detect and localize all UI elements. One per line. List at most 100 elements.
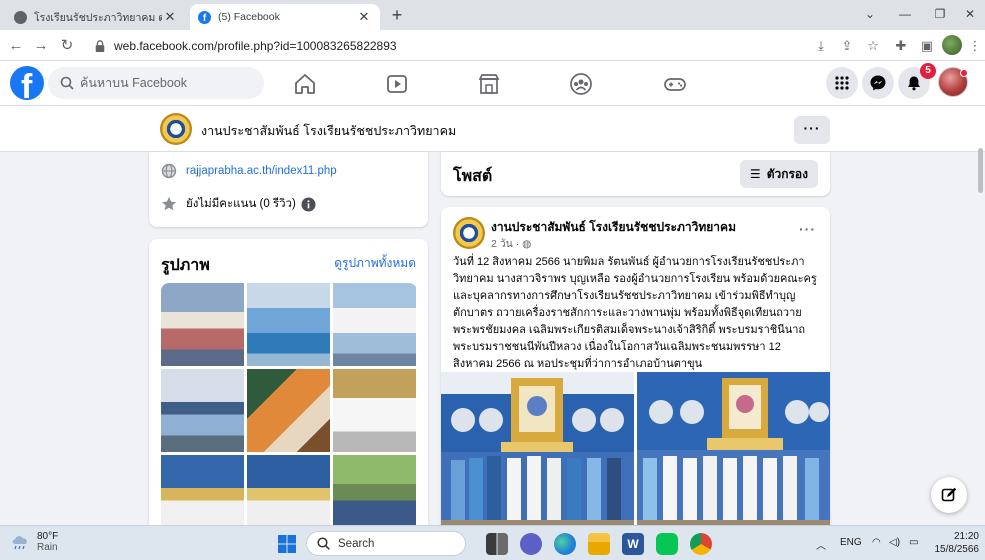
chrome-browser-icon[interactable] [690,533,712,555]
search-icon [60,76,74,90]
post-text: วันที่ 12 สิงหาคม 2566 นายพิมล รัตนพันธ์… [453,256,817,370]
battery-icon[interactable]: ▭ [909,537,918,548]
search-icon [317,537,330,550]
rating-text: ยังไม่มีคะแนน (0 รีวิว) [186,198,296,210]
globe-icon [161,163,177,179]
tab-title: (5) Facebook [218,11,280,23]
input-language[interactable]: ENG [840,537,862,548]
star-icon [162,197,176,211]
page-more-button[interactable]: ··· [794,116,830,144]
website-link[interactable]: rajjaprabha.ac.th/index11.php [186,165,337,177]
globe-icon: · ◍ [515,238,532,250]
taskbar-search-box[interactable]: Search [306,531,466,556]
file-explorer-icon[interactable] [588,533,610,555]
reload-button[interactable]: ↻ [56,35,78,57]
browser-menu-icon[interactable]: ⋮ [966,37,984,55]
clock-time: 21:20 [953,531,979,542]
address-bar[interactable]: web.facebook.com/profile.php?id=10008326… [86,34,806,57]
see-all-photos-link[interactable]: ดูรูปภาพทั้งหมด [334,254,416,273]
chat-icon[interactable] [520,533,542,555]
messenger-button[interactable] [862,67,894,99]
minimize-button[interactable]: — [885,0,925,30]
close-tab-icon[interactable]: ✕ [356,9,372,25]
page-name: งานประชาสัมพันธ์ โรงเรียนรัชชประภาวิทยาค… [201,124,457,138]
browser-tab-bar: โรงเรียนรัชประภาวิทยาคม ต.เขาพัง อ. ✕ f … [0,0,985,30]
photos-card: รูปภาพ ดูรูปภาพทั้งหมด [149,239,428,539]
tab-title: โรงเรียนรัชประภาวิทยาคม ต.เขาพัง อ. [34,11,162,24]
volume-icon[interactable]: ◁) [889,537,900,548]
facebook-favicon-icon: f [198,10,211,24]
home-icon[interactable] [292,71,318,97]
facebook-search-input[interactable]: ค้นหาบน Facebook [48,67,264,99]
close-window-button[interactable]: ✕ [950,0,985,30]
system-clock[interactable]: 21:20 15/8/2566 [933,530,980,556]
watch-video-icon[interactable] [384,71,410,97]
tab-school-website[interactable]: โรงเรียนรัชประภาวิทยาคม ต.เขาพัง อ. ✕ [6,4,186,30]
post-time[interactable]: 2 วัน [491,238,513,250]
bell-icon [908,76,920,91]
browser-profile-avatar[interactable] [942,35,962,55]
facebook-header: f ค้นหาบน Facebook [0,61,985,106]
compose-message-button[interactable] [931,477,967,513]
post-photo[interactable] [637,372,830,537]
post-photo[interactable] [441,372,634,537]
share-icon[interactable]: ⇪ [838,37,856,55]
menu-grid-button[interactable] [826,67,858,99]
photo-grid [161,283,417,538]
back-button[interactable]: ← [5,35,27,57]
edge-browser-icon[interactable] [554,533,576,555]
post-author-avatar[interactable] [453,217,485,249]
new-tab-button[interactable]: + [386,5,408,27]
extensions-puzzle-icon[interactable]: ✚ [892,37,910,55]
install-app-icon[interactable]: ⤓ [812,37,830,55]
photo-thumbnail[interactable] [247,369,330,452]
rating-row: ยังไม่มีคะแนน (0 รีวิว) [161,195,316,213]
photo-thumbnail[interactable] [333,369,416,452]
task-view-icon[interactable] [486,533,508,555]
post-meta: 2 วัน · ◍ [491,235,531,252]
search-placeholder: ค้นหาบน Facebook [80,76,188,90]
facebook-logo-icon[interactable]: f [10,66,44,100]
forward-button[interactable]: → [30,35,52,57]
website-row: rajjaprabha.ac.th/index11.php [161,163,337,179]
clock-date: 15/8/2566 [934,544,980,555]
tab-search-chevron-icon[interactable]: ⌄ [850,0,890,30]
globe-icon [14,10,27,24]
wifi-icon[interactable]: ◠ [872,537,881,548]
bookmark-star-icon[interactable]: ☆ [864,37,882,55]
photo-thumbnail[interactable] [161,369,244,452]
windows-start-icon[interactable] [277,534,297,554]
tray-overflow-chevron-icon[interactable]: ︿ [816,537,826,552]
browser-toolbar: ← → ↻ web.facebook.com/profile.php?id=10… [0,30,985,61]
filter-button[interactable]: ☰ ตัวกรอง [739,160,818,188]
groups-icon[interactable] [568,71,594,97]
account-alert-dot [960,69,968,77]
intro-card: rajjaprabha.ac.th/index11.php ยังไม่มีคะ… [149,152,428,227]
school-seal-avatar[interactable] [160,113,192,145]
side-panel-icon[interactable]: ▣ [918,37,936,55]
filter-sliders-icon: ☰ [749,167,761,181]
post-more-button[interactable]: ··· [799,221,816,237]
notification-count-badge: 5 [920,63,936,79]
info-icon[interactable] [301,197,316,212]
photo-thumbnail[interactable] [247,283,330,366]
menu-grid-icon [835,76,849,90]
line-app-icon[interactable] [656,533,678,555]
weather-widget[interactable]: 80°F Rain [10,531,58,553]
page-name-bar: งานประชาสัมพันธ์ โรงเรียนรัชชประภาวิทยาค… [0,106,985,152]
photo-thumbnail[interactable] [161,283,244,366]
posts-heading: โพสต์ [453,168,493,185]
word-app-icon[interactable]: W [622,533,644,555]
windows-taskbar: 80°F Rain Search W ︿ ENG ◠ ◁) ▭ 21:20 15… [0,525,985,560]
close-tab-icon[interactable]: ✕ [162,9,178,25]
messenger-icon [870,75,886,91]
photo-thumbnail[interactable] [333,283,416,366]
weather-temperature: 80°F [37,531,59,542]
url-text: web.facebook.com/profile.php?id=10008326… [114,38,397,53]
rain-cloud-icon [12,536,27,550]
taskbar-search-label: Search [338,537,375,550]
page-scrollbar[interactable] [978,148,983,193]
marketplace-icon[interactable] [476,71,502,97]
tab-facebook[interactable]: f (5) Facebook ✕ [190,4,380,30]
gaming-icon[interactable] [662,71,688,97]
